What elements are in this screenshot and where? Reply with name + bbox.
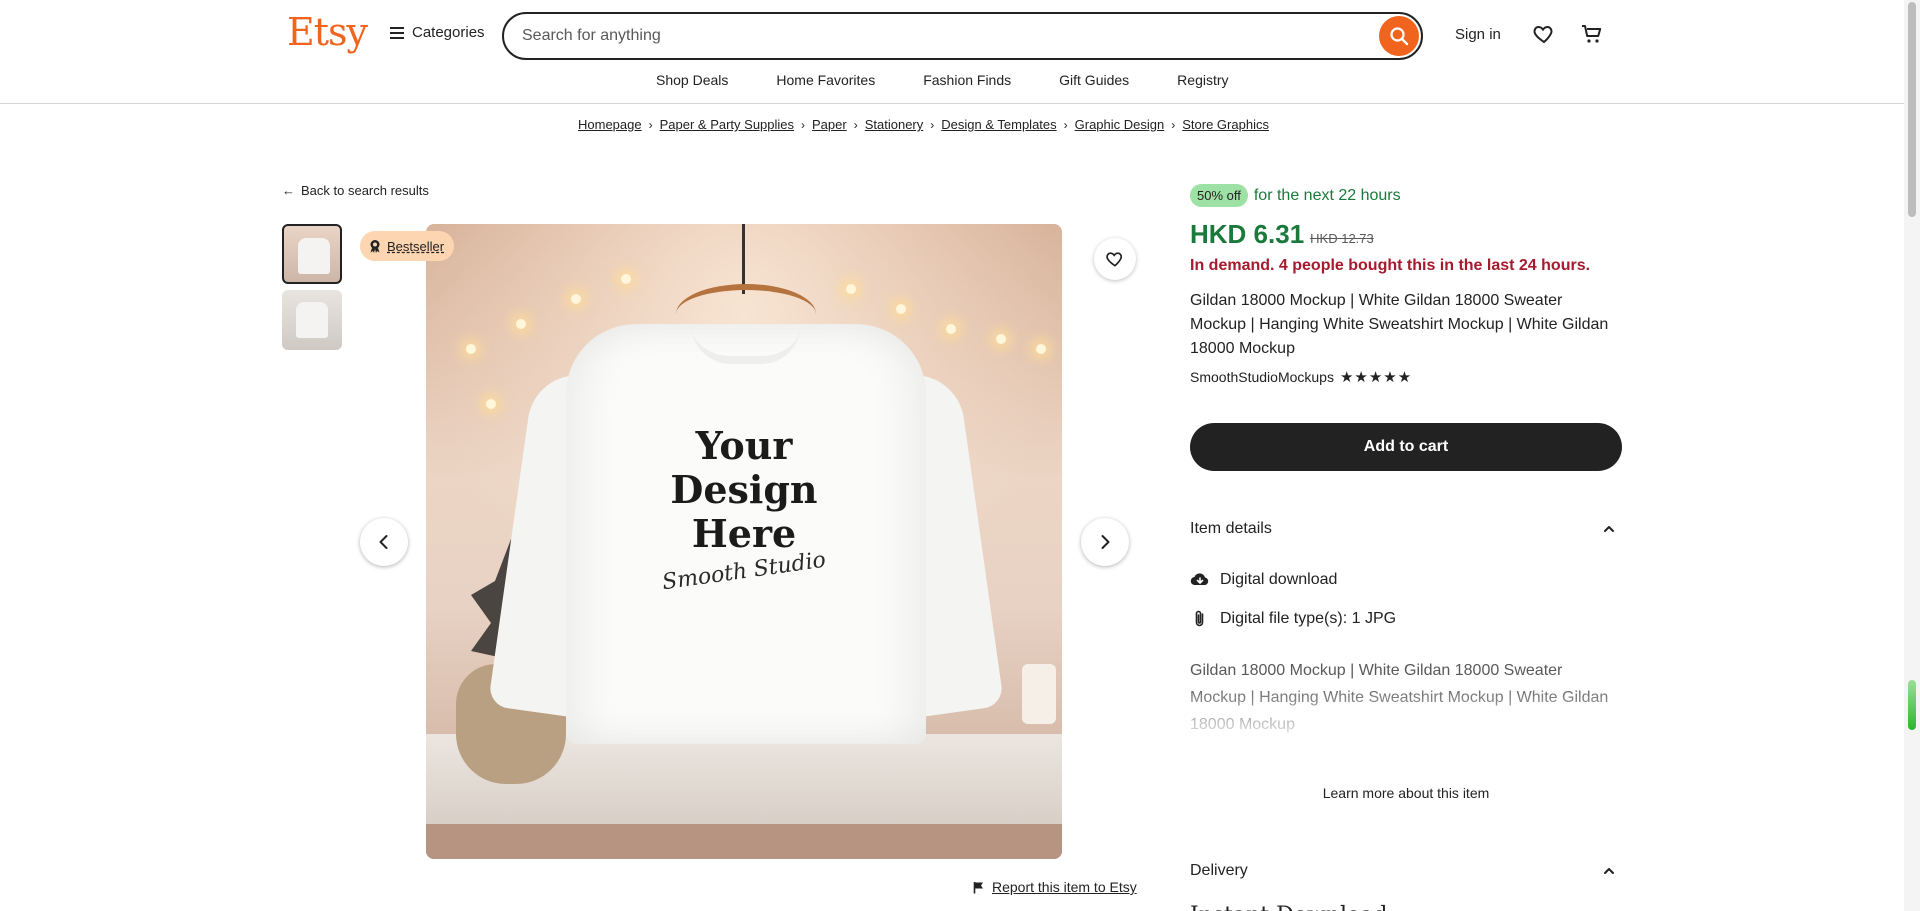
breadcrumb-design-templates[interactable]: Design & Templates <box>941 117 1056 132</box>
next-image-button[interactable] <box>1081 518 1129 566</box>
breadcrumb-paper-party[interactable]: Paper & Party Supplies <box>660 117 794 132</box>
sale-timer-text: for the next 22 hours <box>1253 186 1401 204</box>
chevron-right-icon: › <box>648 117 653 132</box>
original-price: HKD 12.73 <box>1310 231 1374 246</box>
chevron-up-icon <box>1604 868 1614 874</box>
breadcrumb-graphic-design[interactable]: Graphic Design <box>1075 117 1165 132</box>
arrow-left-icon: ← <box>282 183 295 198</box>
cloud-download-icon <box>1190 573 1209 586</box>
page-scrollbar[interactable] <box>1904 0 1920 911</box>
breadcrumb: Homepage › Paper & Party Supplies › Pape… <box>578 117 1269 132</box>
add-to-favorites-button[interactable] <box>1094 238 1136 280</box>
delivery-toggle[interactable]: Delivery <box>1190 862 1622 880</box>
item-description: Gildan 18000 Mockup | White Gildan 18000… <box>1190 657 1622 738</box>
nav-gift-guides[interactable]: Gift Guides <box>1035 72 1153 88</box>
chevron-right-icon: › <box>1171 117 1176 132</box>
sign-in-link[interactable]: Sign in <box>1455 26 1501 43</box>
price-row: HKD 6.31 HKD 12.73 <box>1190 219 1622 250</box>
chevron-up-icon <box>1604 526 1614 532</box>
add-to-cart-button[interactable]: Add to cart <box>1190 423 1622 471</box>
delivery-header: Delivery <box>1190 862 1248 879</box>
search-input[interactable] <box>522 14 1362 58</box>
bestseller-badge[interactable]: Bestseller <box>360 231 455 261</box>
menu-icon <box>390 26 404 39</box>
report-label: Report this item to Etsy <box>992 879 1137 895</box>
sale-badge: 50% off <box>1190 184 1248 207</box>
chevron-right-icon: › <box>853 117 858 132</box>
heart-icon <box>1106 252 1123 267</box>
thumbnail-image <box>298 238 330 274</box>
breadcrumb-homepage[interactable]: Homepage <box>578 117 642 132</box>
favorites-heart-icon[interactable] <box>1532 22 1556 46</box>
item-details-header: Item details <box>1190 520 1272 537</box>
file-type-item: Digital file type(s): 1 JPG <box>1190 609 1622 629</box>
item-details-toggle[interactable]: Item details <box>1190 520 1622 538</box>
chevron-left-icon <box>379 535 388 549</box>
current-price: HKD 6.31 <box>1190 219 1305 249</box>
instant-download-heading: Instant Download <box>1190 903 1622 911</box>
award-icon <box>370 240 380 253</box>
back-link-label: Back to search results <box>301 183 429 198</box>
paperclip-icon <box>1195 610 1204 627</box>
cart-icon[interactable] <box>1580 22 1604 46</box>
rating-stars: ★★★★★ <box>1339 369 1413 386</box>
shop-name-link[interactable]: SmoothStudioMockups <box>1190 369 1334 385</box>
search-button[interactable] <box>1379 16 1419 56</box>
nav-shop-deals[interactable]: Shop Deals <box>632 72 752 88</box>
site-header: Etsy Categories Sign in Shop Deals Home … <box>0 0 1904 104</box>
scrollbar-thumb[interactable] <box>1908 2 1916 217</box>
breadcrumb-store-graphics[interactable]: Store Graphics <box>1182 117 1269 132</box>
chevron-right-icon <box>1101 535 1110 549</box>
learn-more-button[interactable]: Learn more about this item <box>1190 785 1622 801</box>
report-item-link[interactable]: Report this item to Etsy <box>973 879 1137 895</box>
scroll-position-marker <box>1908 680 1916 730</box>
bestseller-label: Bestseller <box>387 238 445 254</box>
nav-fashion-finds[interactable]: Fashion Finds <box>899 72 1035 88</box>
thumbnail-2[interactable] <box>282 290 342 350</box>
sale-row: 50% off for the next 22 hours <box>1190 184 1622 207</box>
search-icon <box>1390 27 1409 46</box>
shop-row: SmoothStudioMockups ★★★★★ <box>1190 368 1622 386</box>
breadcrumb-paper[interactable]: Paper <box>812 117 847 132</box>
nav-registry[interactable]: Registry <box>1153 72 1252 88</box>
chevron-right-icon: › <box>1063 117 1068 132</box>
nav-home-favorites[interactable]: Home Favorites <box>752 72 899 88</box>
thumbnail-image <box>296 302 328 338</box>
categories-button[interactable]: Categories <box>390 24 485 41</box>
digital-download-label: Digital download <box>1220 571 1338 588</box>
demand-notice: In demand. 4 people bought this in the l… <box>1190 257 1591 274</box>
product-title: Gildan 18000 Mockup | White Gildan 18000… <box>1190 292 1609 357</box>
file-type-label: Digital file type(s): 1 JPG <box>1220 610 1397 627</box>
chevron-right-icon: › <box>930 117 935 132</box>
breadcrumb-stationery[interactable]: Stationery <box>865 117 924 132</box>
categories-label: Categories <box>412 24 485 41</box>
chevron-right-icon: › <box>801 117 806 132</box>
digital-download-item: Digital download <box>1190 570 1622 590</box>
etsy-logo[interactable]: Etsy <box>287 10 368 54</box>
back-to-search-link[interactable]: ← Back to search results <box>282 183 429 198</box>
search-bar <box>502 12 1423 60</box>
previous-image-button[interactable] <box>360 518 408 566</box>
thumbnail-1[interactable] <box>282 224 342 284</box>
flag-icon <box>973 881 983 893</box>
product-image[interactable]: Your Design Here Smooth Studio <box>426 224 1062 859</box>
